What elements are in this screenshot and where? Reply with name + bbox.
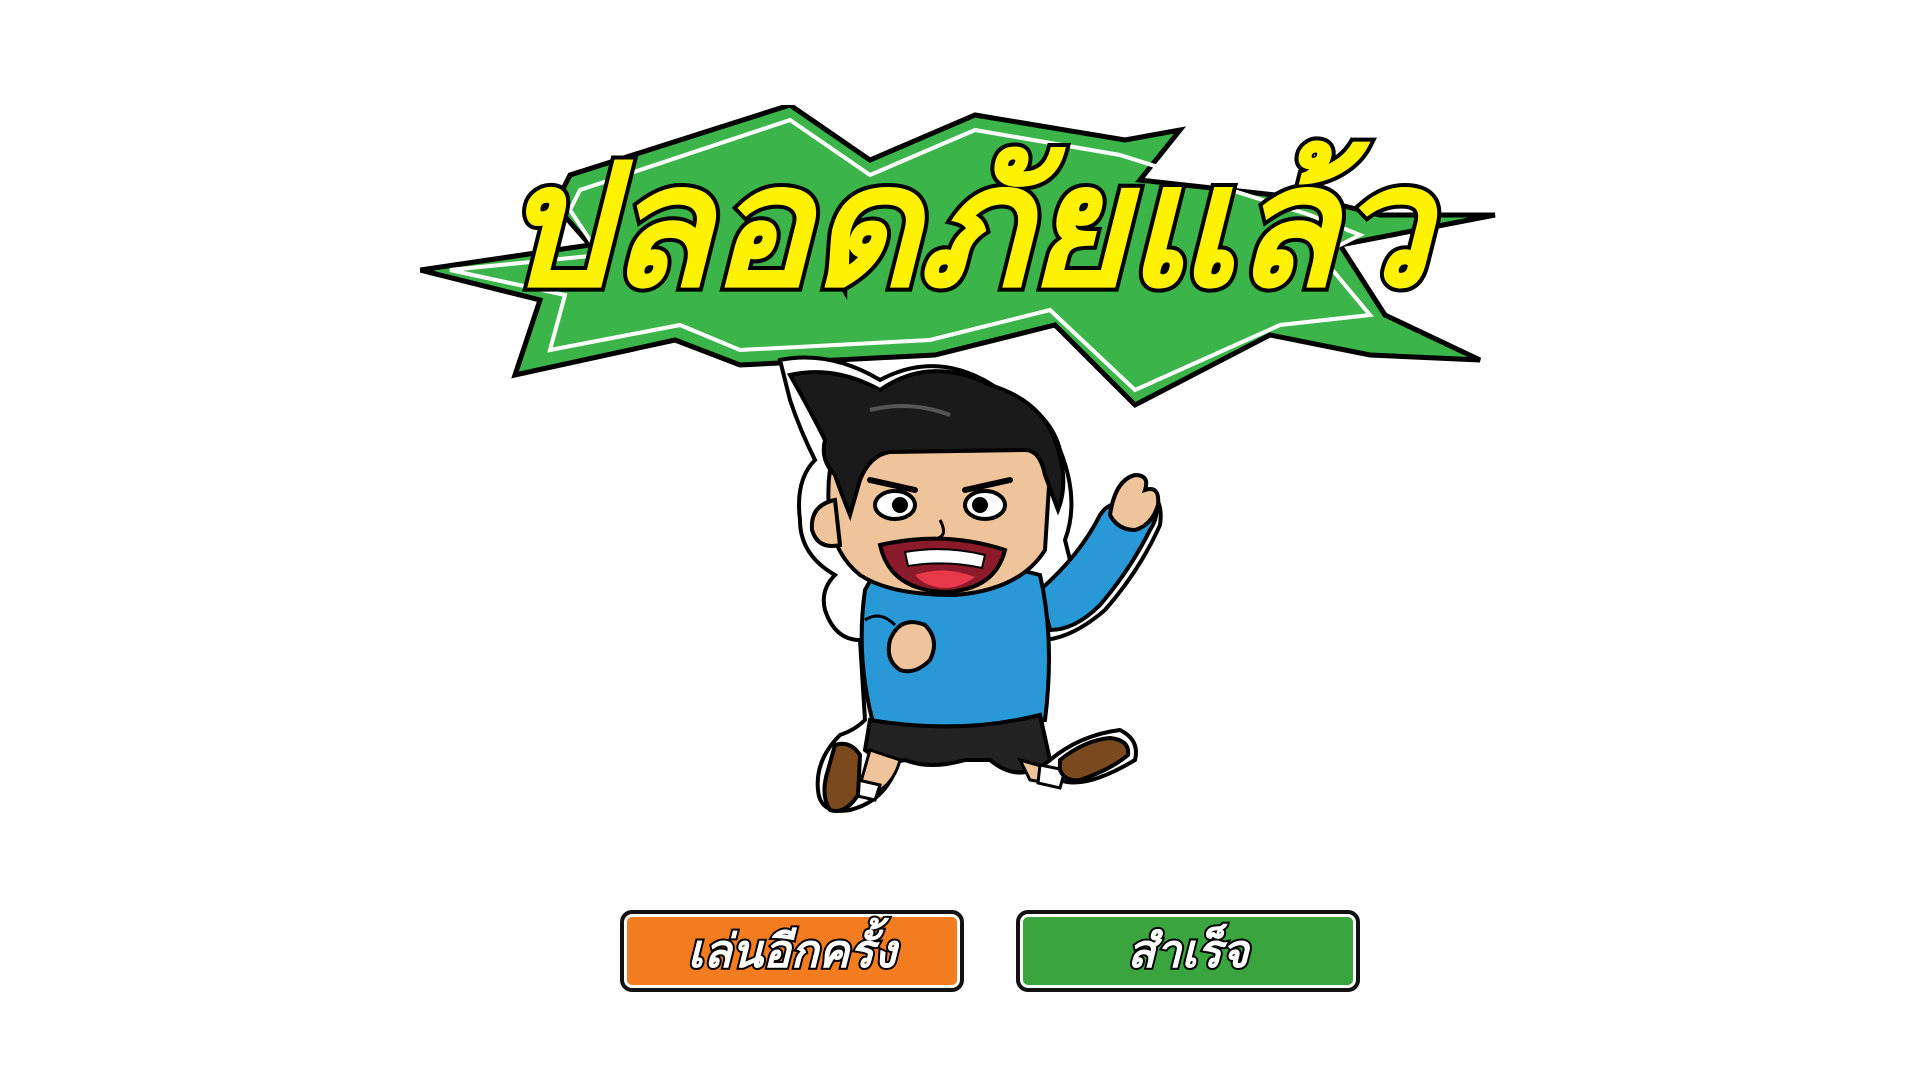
fist bbox=[886, 620, 936, 674]
play-again-label: เล่นอีกครั้ง bbox=[686, 922, 899, 980]
game-over-screen: ปลอดภัยแล้ว เล่นอีกครั้ง สำเร็จ bbox=[0, 0, 1920, 1080]
safe-title: ปลอดภัยแล้ว bbox=[497, 124, 1434, 330]
done-label: สำเร็จ bbox=[1125, 922, 1250, 980]
left-pupil bbox=[892, 497, 908, 513]
right-pupil bbox=[972, 497, 988, 513]
done-button[interactable]: สำเร็จ bbox=[1016, 910, 1360, 992]
raised-hand bbox=[1107, 472, 1161, 533]
play-again-button[interactable]: เล่นอีกครั้ง bbox=[620, 910, 964, 992]
running-boy-character-icon bbox=[777, 355, 1163, 813]
